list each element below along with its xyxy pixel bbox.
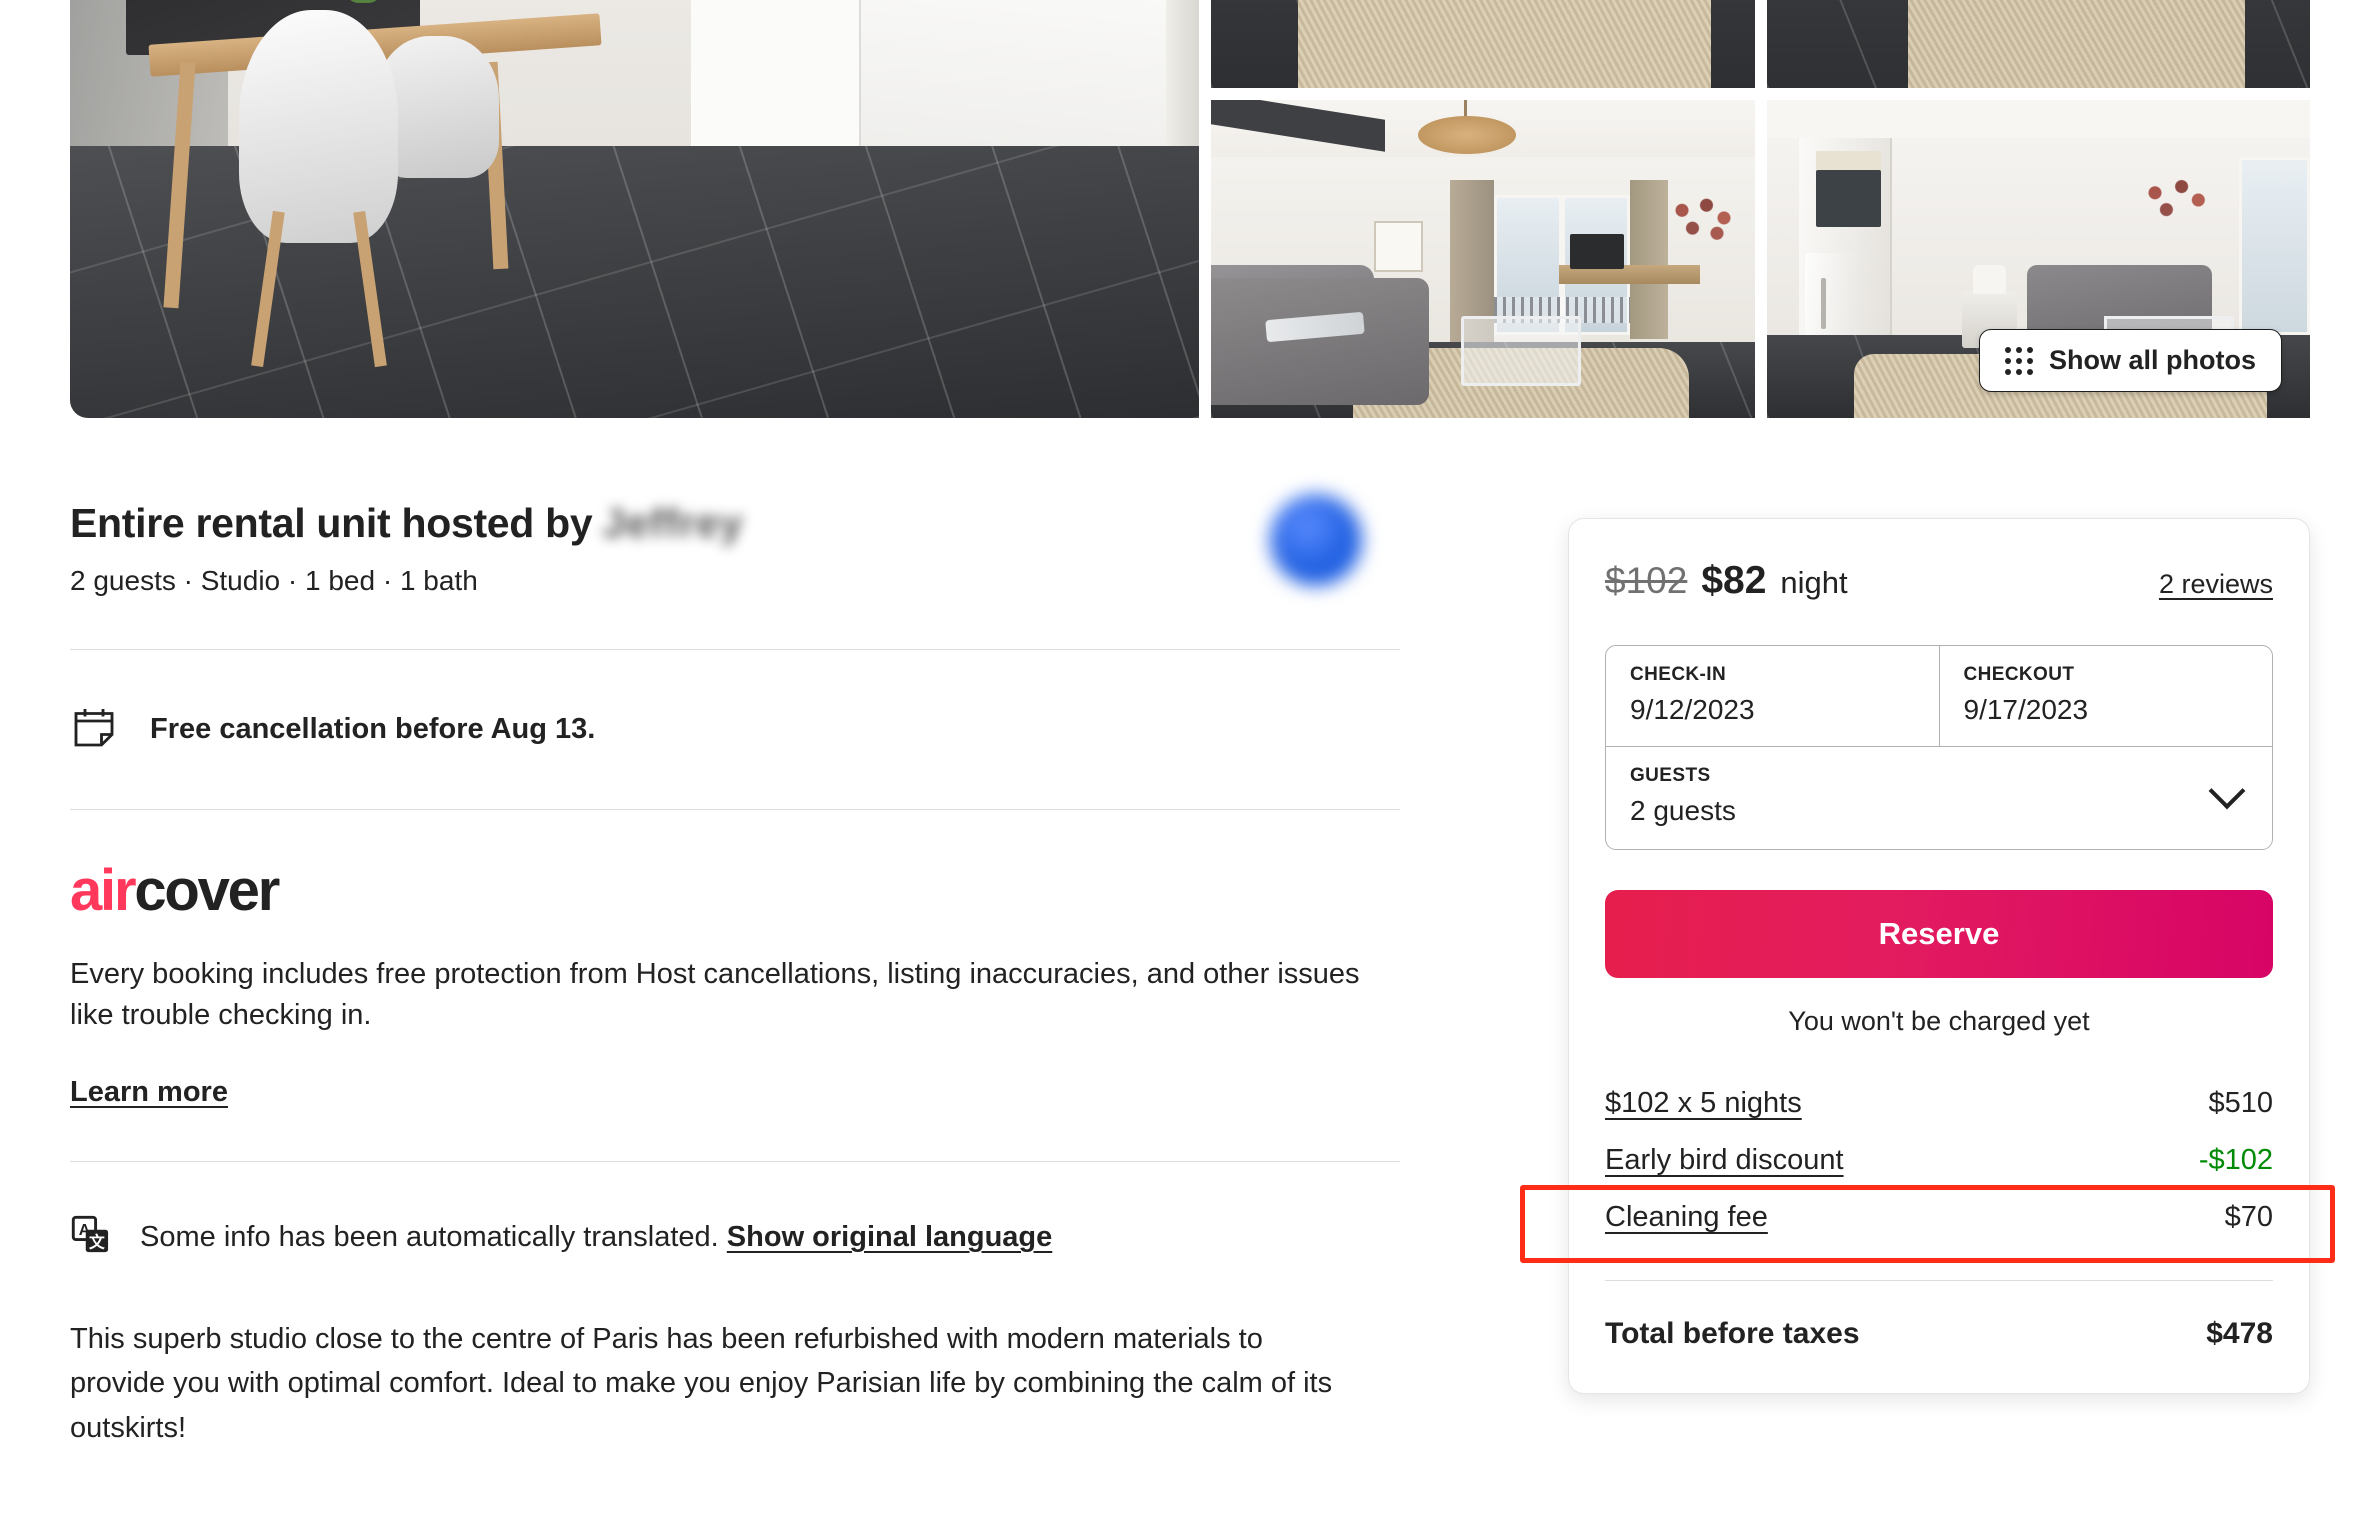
translation-notice-text: Some info has been automatically transla… [140,1221,1052,1254]
listing-capacity-details: 2 guests · Studio · 1 bed · 1 bath [70,565,478,596]
listing-page: KITCHEN [0,0,2370,1540]
free-cancellation-text: Free cancellation before Aug 13. [150,713,596,745]
fee-row-early-bird-discount: Early bird discount -$102 [1605,1132,2273,1189]
total-row: Total before taxes $478 [1605,1317,2273,1351]
aircover-section: aircover Every booking includes free pro… [70,862,1400,1109]
booking-card: $102 $82 night 2 reviews CHECK-IN 9/12/2… [1568,518,2310,1394]
checkout-value: 9/17/2023 [1963,694,2089,725]
translate-icon: A 文 [70,1214,112,1261]
total-label: Total before taxes [1605,1317,1860,1350]
total-amount: $478 [2206,1317,2273,1350]
show-all-photos-label: Show all photos [2049,345,2256,375]
charge-note: You won't be charged yet [1788,1006,2090,1036]
checkout-field[interactable]: CHECKOUT 9/17/2023 [1939,646,2272,747]
photo-gallery: KITCHEN [70,0,2310,418]
page-title: Entire rental unit hosted by Jeffrey [70,500,744,547]
price-header-row: $102 $82 night 2 reviews [1605,559,2273,603]
listing-details-column: Entire rental unit hosted by Jeffrey 2 g… [70,494,1400,1450]
fee-amount-early-bird-discount: -$102 [2198,1144,2273,1176]
reserve-button[interactable]: Reserve [1605,890,2273,978]
price-breakdown-list: $102 x 5 nights $510 Early bird discount… [1605,1075,2273,1246]
show-original-language-link[interactable]: Show original language [727,1221,1052,1253]
gallery-photo-main[interactable]: KITCHEN [70,0,1200,418]
aircover-logo: aircover [70,862,1400,920]
aircover-logo-air: air [70,858,137,923]
price-unit-label: night [1780,565,1848,600]
fee-row-nights: $102 x 5 nights $510 [1605,1075,2273,1132]
learn-more-link[interactable]: Learn more [70,1076,228,1109]
calendar-icon [70,702,118,757]
divider-3 [70,1161,1400,1163]
price-current: $82 [1701,559,1767,602]
price-original: $102 [1605,560,1688,601]
gallery-photo-4[interactable] [1766,0,2310,88]
translation-notice-row: A 文 Some info has been automatically tra… [70,1214,1400,1261]
gallery-photo-3[interactable] [1211,100,1755,418]
host-name: Jeffrey [602,500,744,546]
gallery-column-middle [1211,0,1755,418]
price-group: $102 $82 night [1605,559,1848,603]
dates-row: CHECK-IN 9/12/2023 CHECKOUT 9/17/2023 [1606,646,2272,747]
guests-value: 2 guests [1630,795,1736,826]
chevron-down-icon[interactable] [2208,772,2246,810]
dates-guests-selector: CHECK-IN 9/12/2023 CHECKOUT 9/17/2023 GU… [1605,645,2273,850]
divider-total [1605,1280,2273,1281]
svg-text:文: 文 [89,1233,105,1252]
fee-label-early-bird-discount[interactable]: Early bird discount [1605,1144,1844,1177]
fee-row-cleaning: Cleaning fee $70 [1605,1189,2273,1246]
listing-title-prefix: Entire rental unit hosted by [70,500,593,546]
fee-amount-nights: $510 [2208,1087,2273,1119]
fee-amount-cleaning: $70 [2224,1201,2273,1233]
checkin-field[interactable]: CHECK-IN 9/12/2023 [1606,646,1940,747]
aircover-description: Every booking includes free protection f… [70,958,1360,1032]
divider-1 [70,649,1400,650]
divider-2 [70,809,1400,810]
listing-description: This superb studio close to the centre o… [70,1323,1333,1444]
aircover-logo-cover: cover [134,858,280,923]
listing-header: Entire rental unit hosted by Jeffrey 2 g… [70,494,1400,597]
guests-label: GUESTS [1630,765,1711,786]
show-all-photos-button[interactable]: Show all photos [1979,329,2282,392]
checkout-label: CHECKOUT [1963,664,2075,685]
checkin-value: 9/12/2023 [1630,694,1755,725]
free-cancellation-row: Free cancellation before Aug 13. [70,702,1400,757]
avatar[interactable] [1270,494,1362,586]
gallery-photo-2[interactable] [1211,0,1755,88]
translation-notice-label: Some info has been automatically transla… [140,1221,719,1254]
fee-label-nights[interactable]: $102 x 5 nights [1605,1087,1802,1120]
guests-field[interactable]: GUESTS 2 guests [1606,747,2272,849]
reviews-link[interactable]: 2 reviews [2159,569,2273,600]
checkin-label: CHECK-IN [1630,664,1727,685]
grid-dots-icon [2005,346,2033,375]
fee-label-cleaning[interactable]: Cleaning fee [1605,1201,1768,1234]
